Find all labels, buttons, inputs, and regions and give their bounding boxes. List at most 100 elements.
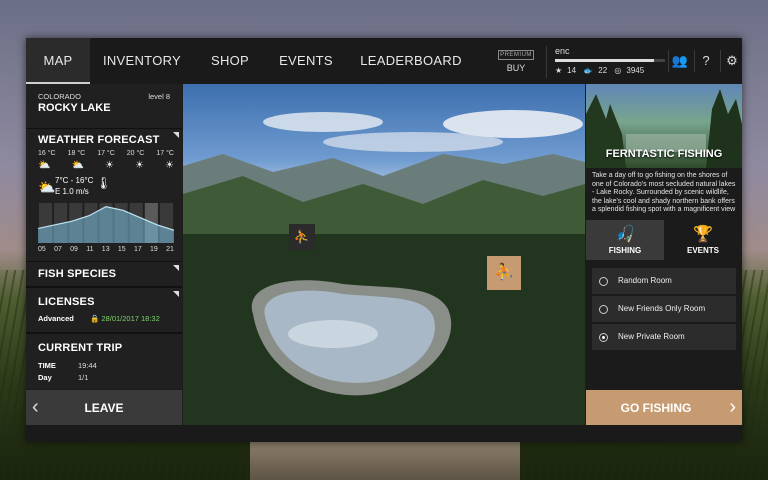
forecast-hour-label: 09 [70,246,78,253]
radio-button[interactable] [599,277,608,286]
partly-cloudy-icon: ⛅ [38,160,51,171]
help-icon[interactable]: ? [694,50,717,72]
buy-label: BUY [506,63,526,73]
trip-day-label: Day [38,373,52,382]
forecast-temp: 17 °C [97,150,115,157]
left-panel: COLORADO level 8 ROCKY LAKE WEATHER FORE… [26,84,182,442]
weather-forecast-title: WEATHER FORECAST [38,134,160,146]
current-temperature-range: 7°C - 16°C [55,176,94,185]
partly-cloudy-icon: ⛅ [71,160,84,171]
tab-events[interactable]: EVENTS [274,38,338,84]
xp-progress-fill [555,59,654,62]
lake-map[interactable]: ⛹ ⛹ [183,84,585,425]
leave-button[interactable]: ‹ LEAVE [26,390,182,426]
tab-shop[interactable]: SHOP [202,38,258,84]
license-type: Advanced [38,314,74,323]
fish-species-title: FISH SPECIES [38,268,117,280]
star-icon: ★ [555,66,563,75]
location-promo-image: FERNTASTIC FISHING [586,84,742,168]
forecast-temp: 16 °C [38,150,56,157]
radio-button-selected[interactable] [599,333,608,342]
location-lake-name: ROCKY LAKE [38,102,111,114]
license-expiry: 28/01/2017 18:32 [101,314,160,323]
game-window: MAP INVENTORY SHOP EVENTS LEADERBOARD PR… [26,38,742,442]
forecast-hour-label: 21 [166,246,174,253]
tab-events-right[interactable]: 🏆 EVENTS [664,220,742,260]
current-trip-section: CURRENT TRIP TIME 19:44 Day 1/1 [26,334,182,389]
go-fishing-button[interactable]: GO FISHING › [586,390,742,426]
fish-species-section[interactable]: FISH SPECIES [26,262,182,288]
forecast-hour-label: 13 [101,246,110,253]
trip-day-row: Day 1/1 [38,373,88,382]
angler-icon: ⛹ [293,229,311,244]
forecast-hour-label: 19 [150,246,158,253]
forecast-hour-label: 05 [38,246,46,253]
trip-time-label: TIME [38,361,56,370]
forecast-icons: ⛅ ⛅ ☀ ☀ ☀ [38,160,174,171]
location-info: COLORADO level 8 ROCKY LAKE [26,84,182,130]
radio-button[interactable] [599,305,608,314]
current-trip-title: CURRENT TRIP [38,342,123,354]
coins-icon: ◎ [614,66,622,75]
expand-corner-icon [173,132,179,138]
tab-fishing[interactable]: 🎣 FISHING [586,220,664,260]
licenses-title: LICENSES [38,296,95,308]
tab-events-label: EVENTS [686,246,719,255]
fish-count: 22 [598,66,608,75]
room-label: New Private Room [618,332,685,341]
thermometer-icon: 🌡 [96,176,112,190]
forecast-temps: 16 °C 18 °C 17 °C 20 °C 17 °C [38,150,174,157]
lock-icon: 🔒 [89,314,100,323]
friends-icon[interactable]: 👥 [668,50,691,72]
premium-buy-button[interactable]: PREMIUM BUY [498,50,534,73]
expand-corner-icon [173,265,179,271]
coins-count: 3945 [626,66,645,75]
promo-title: FERNTASTIC FISHING [605,148,723,160]
lake-landscape [183,110,585,425]
room-option-random[interactable]: Random Room [592,268,736,294]
tab-leaderboard[interactable]: LEADERBOARD [356,38,466,84]
forecast-hour-label: 15 [117,246,126,253]
forecast-temp: 20 °C [126,150,145,157]
go-fishing-label: GO FISHING [620,401,692,415]
player-info: enc ★ 14 🐟 22 ◎ 3945 [546,46,673,78]
player-stats: ★ 14 🐟 22 ◎ 3945 [555,66,673,75]
fishing-rod-icon: 🎣 [615,226,635,243]
license-row: Advanced 🔒 28/01/2017 18:32 [38,314,160,323]
trophy-icon: 🏆 [693,226,713,243]
player-name: enc [555,46,570,56]
room-options: Random Room New Friends Only Room New Pr… [592,268,736,352]
premium-badge: PREMIUM [498,50,534,60]
trip-time-value: 19:44 [78,361,97,370]
forecast-hour-label: 11 [86,246,94,253]
forecast-hour-label: 07 [54,246,62,253]
settings-gear-icon[interactable]: ⚙ [720,50,743,72]
forecast-hours: 05 07 09 11 13 15 17 19 21 [38,246,174,253]
fishing-spot-marker[interactable]: ⛹ [289,224,315,250]
tab-fishing-label: FISHING [608,246,642,255]
leave-label: LEAVE [84,401,124,415]
room-option-friends[interactable]: New Friends Only Room [592,296,736,322]
sun-icon: ☀ [165,160,174,171]
sun-icon: ☀ [105,160,114,171]
forecast-temp: 18 °C [67,150,86,157]
current-wind: E 1.0 m/s [55,187,89,196]
temperature-graph [38,203,174,243]
sun-icon: ☀ [135,160,144,171]
xp-progress-bar [555,59,665,62]
weather-forecast[interactable]: WEATHER FORECAST 16 °C 18 °C 17 °C 20 °C… [26,129,182,263]
tab-inventory[interactable]: INVENTORY [98,38,186,84]
licenses-section[interactable]: LICENSES Advanced 🔒 28/01/2017 18:32 [26,288,182,334]
stars-count: 14 [567,66,577,75]
promo-description: Take a day off to go fishing on the shor… [592,172,736,213]
tab-map[interactable]: MAP [26,38,90,84]
room-option-private[interactable]: New Private Room [592,324,736,350]
top-navigation: MAP INVENTORY SHOP EVENTS LEADERBOARD PR… [26,38,742,85]
selected-spot-marker[interactable]: ⛹ [487,256,521,290]
room-label: New Friends Only Room [618,304,706,313]
chevron-right-icon: › [729,396,736,418]
trip-day-value: 1/1 [78,373,89,382]
trip-time-row: TIME 19:44 [38,361,97,370]
forecast-temp: 17 °C [156,150,174,157]
location-region: COLORADO [38,92,81,101]
